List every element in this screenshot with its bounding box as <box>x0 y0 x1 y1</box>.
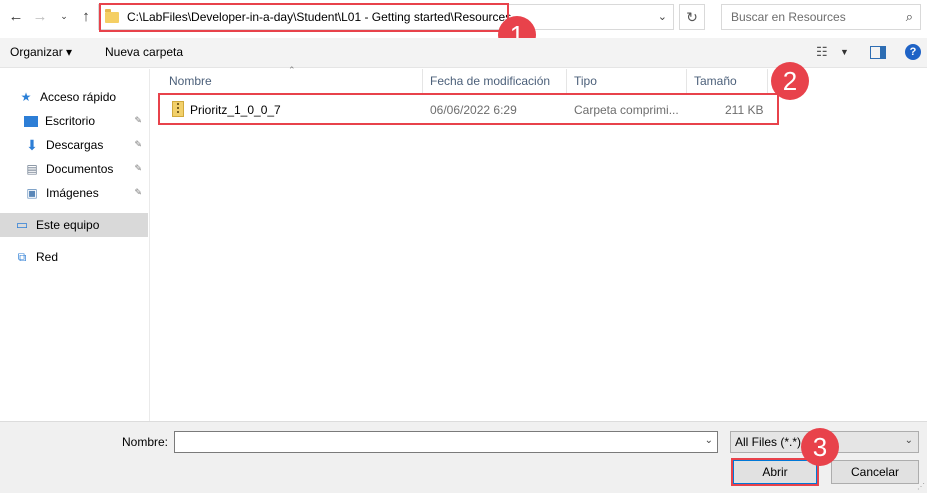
column-header-label: Tamaño <box>694 74 737 88</box>
download-icon: ⬇ <box>26 136 38 153</box>
arrow-right-icon: → <box>32 7 48 25</box>
chevron-down-icon[interactable]: ⌄ <box>658 10 667 23</box>
file-type-value: All Files (*.*) <box>735 435 802 449</box>
network-icon: ⧉ <box>17 249 27 264</box>
sidebar-item-images[interactable]: ▣ Imágenes ✎ <box>0 181 148 205</box>
refresh-button[interactable]: ↻ <box>679 4 705 30</box>
chevron-down-icon: ⌄ <box>60 10 68 21</box>
new-folder-button[interactable]: Nueva carpeta <box>105 45 183 59</box>
column-header-type[interactable]: Tipo <box>568 69 687 93</box>
up-button[interactable]: ↑ <box>76 6 96 26</box>
sidebar-item-network[interactable]: ⧉ Red <box>0 245 148 269</box>
document-icon: ▤ <box>26 162 38 176</box>
sidebar-item-label: Descargas <box>46 138 104 152</box>
annotation-badge-2: 2 <box>771 62 809 100</box>
cancel-button[interactable]: Cancelar <box>831 460 919 484</box>
chevron-down-icon[interactable]: ⌄ <box>905 435 913 446</box>
annotation-highlight-address <box>99 3 509 32</box>
search-placeholder: Buscar en Resources <box>731 10 846 24</box>
search-box[interactable]: Buscar en Resources ⌕ <box>721 4 921 30</box>
pin-icon[interactable]: ✎ <box>134 187 142 198</box>
sidebar-item-label: Red <box>36 250 59 264</box>
chevron-down-icon[interactable]: ▼ <box>840 47 849 57</box>
column-header-label: Fecha de modificación <box>430 74 551 88</box>
preview-pane-icon[interactable] <box>870 46 886 59</box>
recent-locations-button[interactable]: ⌄ <box>54 6 74 26</box>
image-icon: ▣ <box>26 186 38 200</box>
desktop-icon <box>24 115 38 127</box>
sidebar-item-documents[interactable]: ▤ Documentos ✎ <box>0 157 148 181</box>
pin-icon[interactable]: ✎ <box>134 163 142 174</box>
column-header-size[interactable]: Tamaño <box>688 69 768 93</box>
column-header-label: Nombre <box>169 74 212 88</box>
chevron-down-icon[interactable]: ⌄ <box>705 435 713 446</box>
computer-icon: ▭ <box>15 217 29 232</box>
resize-grip-icon[interactable]: ⋰ <box>917 482 925 491</box>
star-icon: ★ <box>20 90 32 104</box>
back-button[interactable]: ← <box>6 6 26 26</box>
column-header-label: Tipo <box>574 74 597 88</box>
sidebar-item-label: Imágenes <box>46 186 99 200</box>
annotation-highlight-open <box>731 458 819 486</box>
search-icon[interactable]: ⌕ <box>906 9 913 25</box>
cancel-button-label: Cancelar <box>850 465 900 479</box>
help-icon[interactable]: ? <box>905 44 921 60</box>
pin-icon[interactable]: ✎ <box>134 115 142 126</box>
arrow-left-icon: ← <box>8 7 24 25</box>
column-header-date[interactable]: Fecha de modificación <box>424 69 567 93</box>
arrow-up-icon: ↑ <box>82 7 90 25</box>
sidebar-item-label: Este equipo <box>36 218 100 232</box>
refresh-icon: ↻ <box>686 8 698 25</box>
file-name-input[interactable]: ⌄ <box>174 431 718 453</box>
pin-icon[interactable]: ✎ <box>134 139 142 150</box>
sidebar-item-label: Documentos <box>46 162 114 176</box>
sidebar-item-quick-access[interactable]: ★ Acceso rápido <box>0 85 148 109</box>
annotation-highlight-file-row <box>158 93 779 125</box>
forward-button[interactable]: → <box>30 6 50 26</box>
organize-menu[interactable]: Organizar ▾ <box>10 45 72 59</box>
column-header-name[interactable]: Nombre <box>163 69 423 93</box>
sidebar-item-label: Acceso rápido <box>40 90 117 104</box>
annotation-badge-3: 3 <box>801 428 839 466</box>
sidebar-item-downloads[interactable]: ⬇ Descargas ✎ <box>0 133 148 157</box>
view-options-icon[interactable]: ☷ <box>816 44 828 60</box>
sidebar-item-desktop[interactable]: Escritorio ✎ <box>0 109 148 133</box>
sidebar-item-this-pc[interactable]: ▭ Este equipo <box>0 213 148 237</box>
sidebar-item-label: Escritorio <box>45 114 96 128</box>
file-name-label: Nombre: <box>122 435 169 449</box>
